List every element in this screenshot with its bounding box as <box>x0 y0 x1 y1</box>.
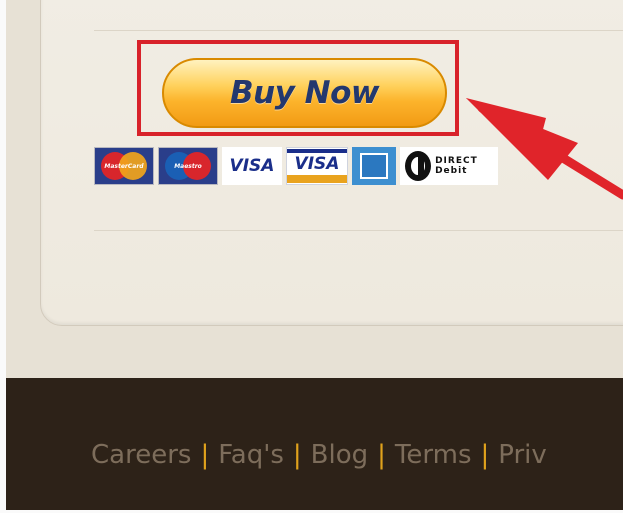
highlight-box <box>137 40 459 136</box>
footer-link-careers[interactable]: Careers <box>91 440 191 470</box>
footer-links: Careers | Faq's | Blog | Terms | Priv <box>91 440 547 470</box>
footer-separator: | <box>292 440 302 470</box>
visa-electron-label: VISA <box>294 154 340 174</box>
maestro-label: Maestro <box>174 162 202 170</box>
visa-electron-icon: VISA <box>286 147 348 185</box>
footer-link-terms[interactable]: Terms <box>395 440 472 470</box>
visa-label: VISA <box>229 156 275 176</box>
divider-top <box>94 30 623 31</box>
direct-debit-icon: DIRECT Debit <box>400 147 498 185</box>
footer-link-privacy[interactable]: Priv <box>498 440 547 470</box>
mastercard-label: MasterCard <box>104 162 144 170</box>
payment-methods: MasterCard Maestro VISA VISA DIRECT Debi… <box>94 147 498 185</box>
mastercard-icon: MasterCard <box>94 147 154 185</box>
visa-icon: VISA <box>222 147 282 185</box>
footer-separator: | <box>480 440 490 470</box>
footer-link-faqs[interactable]: Faq's <box>218 440 284 470</box>
divider-bottom <box>94 230 623 231</box>
footer-separator: | <box>200 440 210 470</box>
footer-separator: | <box>377 440 386 470</box>
amex-icon <box>352 147 396 185</box>
direct-debit-label: DIRECT Debit <box>435 156 478 176</box>
maestro-icon: Maestro <box>158 147 218 185</box>
page: Buy Now MasterCard Maestro VISA VISA DIR… <box>6 0 623 510</box>
footer-link-blog[interactable]: Blog <box>311 440 368 470</box>
